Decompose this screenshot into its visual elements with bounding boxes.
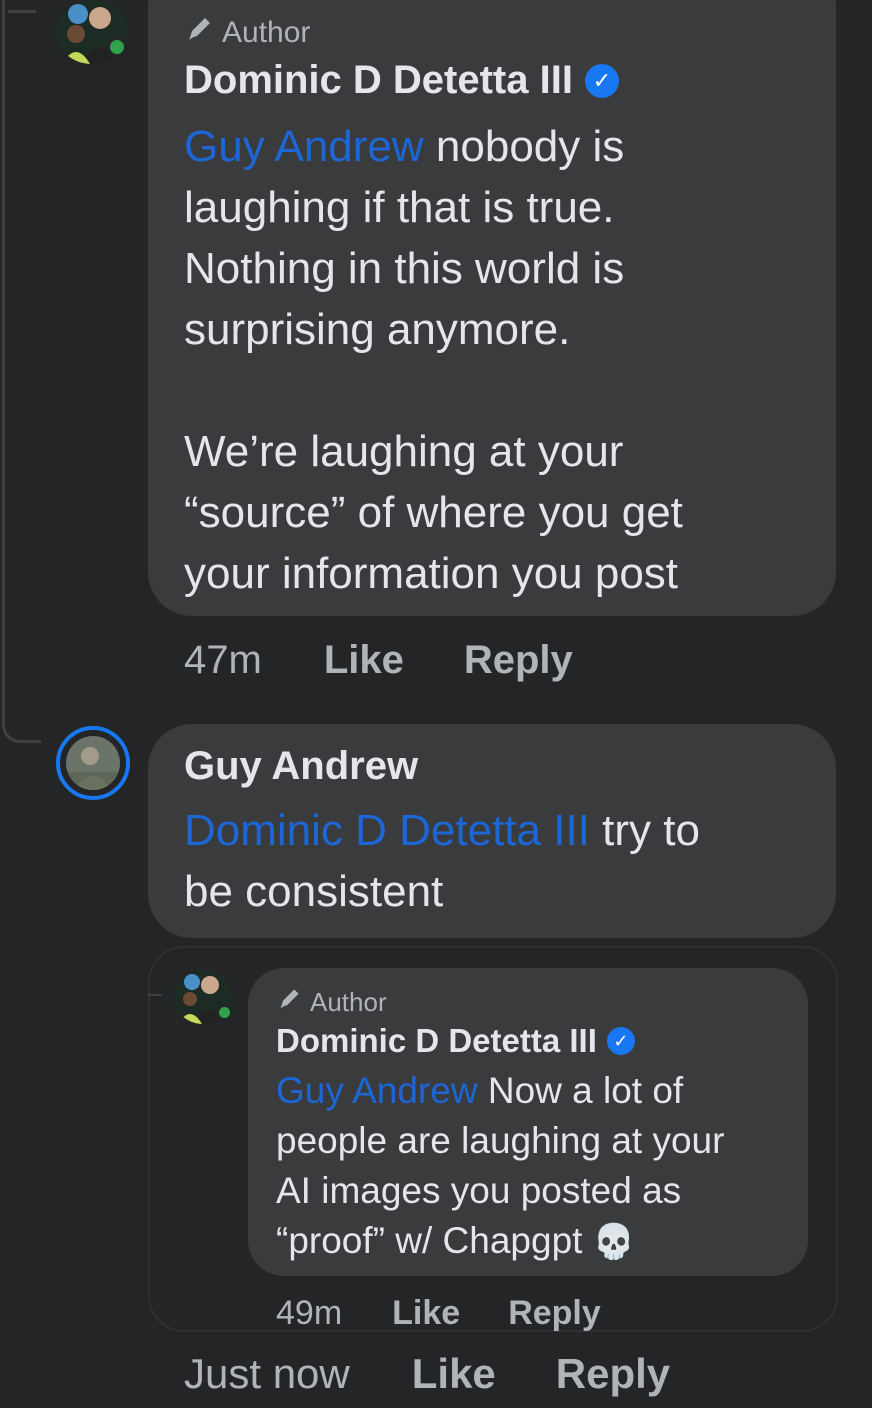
mention-link[interactable]: Guy Andrew: [184, 122, 424, 171]
comment-bubble: Guy Andrew Dominic D Detetta III try to …: [148, 724, 836, 938]
avatar-photo-icon: [66, 736, 120, 790]
comment-actions: 47m Like Reply: [184, 638, 573, 683]
text-line: laughing if that is true.: [184, 183, 615, 232]
text-line: “source” of where you get: [184, 488, 683, 537]
thread-line: [2, 0, 5, 700]
verified-badge-icon: ✓: [606, 1027, 635, 1055]
author-tag-label: Author: [310, 987, 387, 1017]
comment-bubble: Author Dominic D Detetta III ✓ Guy Andre…: [148, 0, 836, 616]
author-tag: Author: [276, 986, 387, 1019]
pencil-icon: [276, 986, 302, 1019]
online-status-dot: [216, 1004, 233, 1021]
mention-link[interactable]: Guy Andrew: [276, 1070, 478, 1111]
quoted-comment-bubble: Author Dominic D Detetta III ✓ Guy Andre…: [248, 968, 808, 1276]
like-button[interactable]: Like: [324, 638, 404, 683]
text-line: Now a lot of: [477, 1070, 684, 1111]
thread-connector: [2, 700, 41, 743]
text-line: Nothing in this world is: [184, 244, 625, 293]
text-line: try to: [589, 806, 700, 855]
text-line: people are laughing at your: [276, 1120, 725, 1161]
quoted-thread-connector: [148, 994, 162, 996]
commenter-name[interactable]: Dominic D Detetta III ✓: [276, 1022, 635, 1060]
text-line: surprising anymore.: [184, 305, 571, 354]
text-line: We’re laughing at your: [184, 427, 624, 476]
reply-button[interactable]: Reply: [464, 638, 573, 683]
comment-text: Guy Andrew Now a lot of people are laugh…: [276, 1066, 806, 1267]
commenter-name[interactable]: Dominic D Detetta III ✓: [184, 58, 619, 103]
skull-icon: 💀: [592, 1223, 636, 1261]
avatar: [66, 736, 120, 790]
like-button[interactable]: Like: [412, 1350, 496, 1398]
commenter-name-text[interactable]: Dominic D Detetta III: [276, 1022, 597, 1060]
reply-button[interactable]: Reply: [508, 1294, 601, 1333]
comment-text: Guy Andrew nobody is laughing if that is…: [184, 116, 824, 604]
author-tag: Author: [184, 14, 310, 52]
verified-badge-icon: ✓: [584, 63, 619, 98]
commenter-name-text[interactable]: Dominic D Detetta III: [184, 58, 573, 103]
author-tag-label: Author: [222, 16, 311, 49]
timestamp[interactable]: Just now: [184, 1350, 350, 1398]
comment-text: Dominic D Detetta III try to be consiste…: [184, 800, 824, 922]
quoted-comment-actions: 49m Like Reply: [276, 1294, 601, 1333]
text-line: AI images you posted as: [276, 1170, 682, 1211]
text-line: be consistent: [184, 867, 444, 916]
avatar-ring[interactable]: [56, 726, 130, 800]
text-line: your information you post: [184, 549, 679, 598]
commenter-name-text[interactable]: Guy Andrew: [184, 744, 418, 789]
comment-actions: Just now Like Reply: [184, 1350, 670, 1398]
like-button[interactable]: Like: [392, 1294, 460, 1333]
reply-button[interactable]: Reply: [556, 1350, 670, 1398]
thread-connector-top: [8, 10, 36, 13]
online-status-dot: [106, 36, 128, 58]
pencil-icon: [184, 14, 214, 52]
timestamp[interactable]: 47m: [184, 638, 262, 683]
mention-link[interactable]: Dominic D Detetta III: [184, 806, 590, 855]
text-line: nobody is: [423, 122, 625, 171]
text-line: “proof” w/ Chapgpt: [276, 1220, 593, 1261]
timestamp[interactable]: 49m: [276, 1294, 342, 1333]
commenter-name[interactable]: Guy Andrew: [184, 744, 418, 789]
